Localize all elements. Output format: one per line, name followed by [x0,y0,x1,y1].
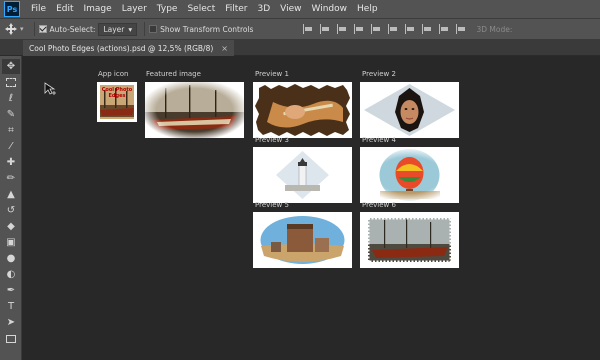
auto-select-dropdown[interactable]: Layer ▾ [98,22,138,36]
move-tool-icon[interactable]: ✥ [2,59,20,74]
show-transform-label: Show Transform Controls [160,24,254,34]
document-tab-bar: Cool Photo Edges (actions).psd @ 12,5% (… [0,39,600,56]
preview-2-label: Preview 2 [362,70,396,78]
preview-1-artboard[interactable] [253,82,352,138]
options-divider [144,22,146,36]
menu-edit[interactable]: Edit [51,0,78,18]
healing-tool-icon[interactable]: ✚ [2,155,20,170]
preview-5-label: Preview 5 [255,201,289,209]
menu-3d[interactable]: 3D [253,0,276,18]
distribute-vertical-icon[interactable] [456,24,466,34]
document-tab-title: Cool Photo Edges (actions).psd @ 12,5% (… [29,43,214,53]
options-divider [33,22,35,36]
menu-window[interactable]: Window [307,0,353,18]
auto-select-value: Layer [103,24,125,34]
dodge-tool-icon[interactable]: ◐ [2,267,20,282]
menu-filter[interactable]: Filter [220,0,252,18]
options-bar: ▾ Auto-Select: Layer ▾ Show Transform Co… [0,18,600,39]
menu-bar: Ps File Edit Image Layer Type Select Fil… [0,0,600,18]
close-icon[interactable]: × [221,44,228,53]
document-tab[interactable]: Cool Photo Edges (actions).psd @ 12,5% (… [23,40,234,56]
marquee-tool-icon[interactable] [2,75,20,90]
tool-preset-chevron-icon[interactable]: ▾ [20,25,24,33]
stamp-tool-icon[interactable]: ▲ [2,187,20,202]
preview-3-artboard[interactable] [253,147,352,203]
type-tool-icon[interactable]: T [2,299,20,314]
align-center-icon[interactable] [320,24,330,34]
chevron-down-icon: ▾ [128,24,133,34]
preview-4-label: Preview 4 [362,136,396,144]
path-select-tool-icon[interactable]: ➤ [2,315,20,330]
menu-layer[interactable]: Layer [117,0,152,18]
crop-tool-icon[interactable]: ⌗ [2,123,20,138]
menu-image[interactable]: Image [79,0,117,18]
quick-select-tool-icon[interactable]: ✎ [2,107,20,122]
auto-select-label: Auto-Select: [49,24,96,34]
eraser-tool-icon[interactable]: ◆ [2,219,20,234]
lasso-tool-icon[interactable]: ℓ [2,91,20,106]
pen-tool-icon[interactable]: ✒ [2,283,20,298]
auto-select-checkbox[interactable] [38,25,47,33]
mouse-cursor-icon [44,82,56,95]
align-buttons [303,24,466,34]
preview-5-artboard[interactable] [253,212,352,268]
preview-4-artboard[interactable] [360,147,459,203]
app-icon-title: Cool Photo Edges [101,87,133,99]
featured-image-label: Featured image [146,70,201,78]
rectangle-tool-icon[interactable] [2,331,20,346]
align-top-icon[interactable] [354,24,364,34]
menu-file[interactable]: File [26,0,51,18]
brush-tool-icon[interactable]: ✏ [2,171,20,186]
blur-tool-icon[interactable]: ● [2,251,20,266]
preview-2-artboard[interactable] [360,82,459,138]
menu-select[interactable]: Select [182,0,220,18]
align-right-icon[interactable] [337,24,347,34]
app-icon-artboard[interactable]: Cool Photo Edges [97,82,137,122]
preview-1-label: Preview 1 [255,70,289,78]
show-transform-checkbox[interactable] [149,25,158,33]
gradient-tool-icon[interactable]: ▣ [2,235,20,250]
featured-image-artboard[interactable] [145,82,244,138]
preview-3-label: Preview 3 [255,136,289,144]
menu-view[interactable]: View [275,0,306,18]
menu-type[interactable]: Type [152,0,183,18]
photoshop-logo-icon[interactable]: Ps [4,1,20,17]
distribute-horizontal-icon[interactable] [439,24,449,34]
align-bottom-icon[interactable] [388,24,398,34]
menu-help[interactable]: Help [352,0,383,18]
tools-panel: ✥ ℓ ✎ ⌗ ⁄ ✚ ✏ ▲ ↺ ◆ ▣ ● ◐ ✒ T ➤ [0,56,22,360]
eyedropper-tool-icon[interactable]: ⁄ [2,139,20,154]
align-left-icon[interactable] [303,24,313,34]
distribute-icon[interactable] [405,24,415,34]
move-tool-icon[interactable] [4,22,18,36]
3d-mode-label: 3D Mode: [476,24,513,34]
preview-6-artboard[interactable] [360,212,459,268]
distribute-spacing-icon[interactable] [422,24,432,34]
app-icon-label: App icon [98,70,129,78]
align-middle-icon[interactable] [371,24,381,34]
preview-6-label: Preview 6 [362,201,396,209]
history-brush-tool-icon[interactable]: ↺ [2,203,20,218]
